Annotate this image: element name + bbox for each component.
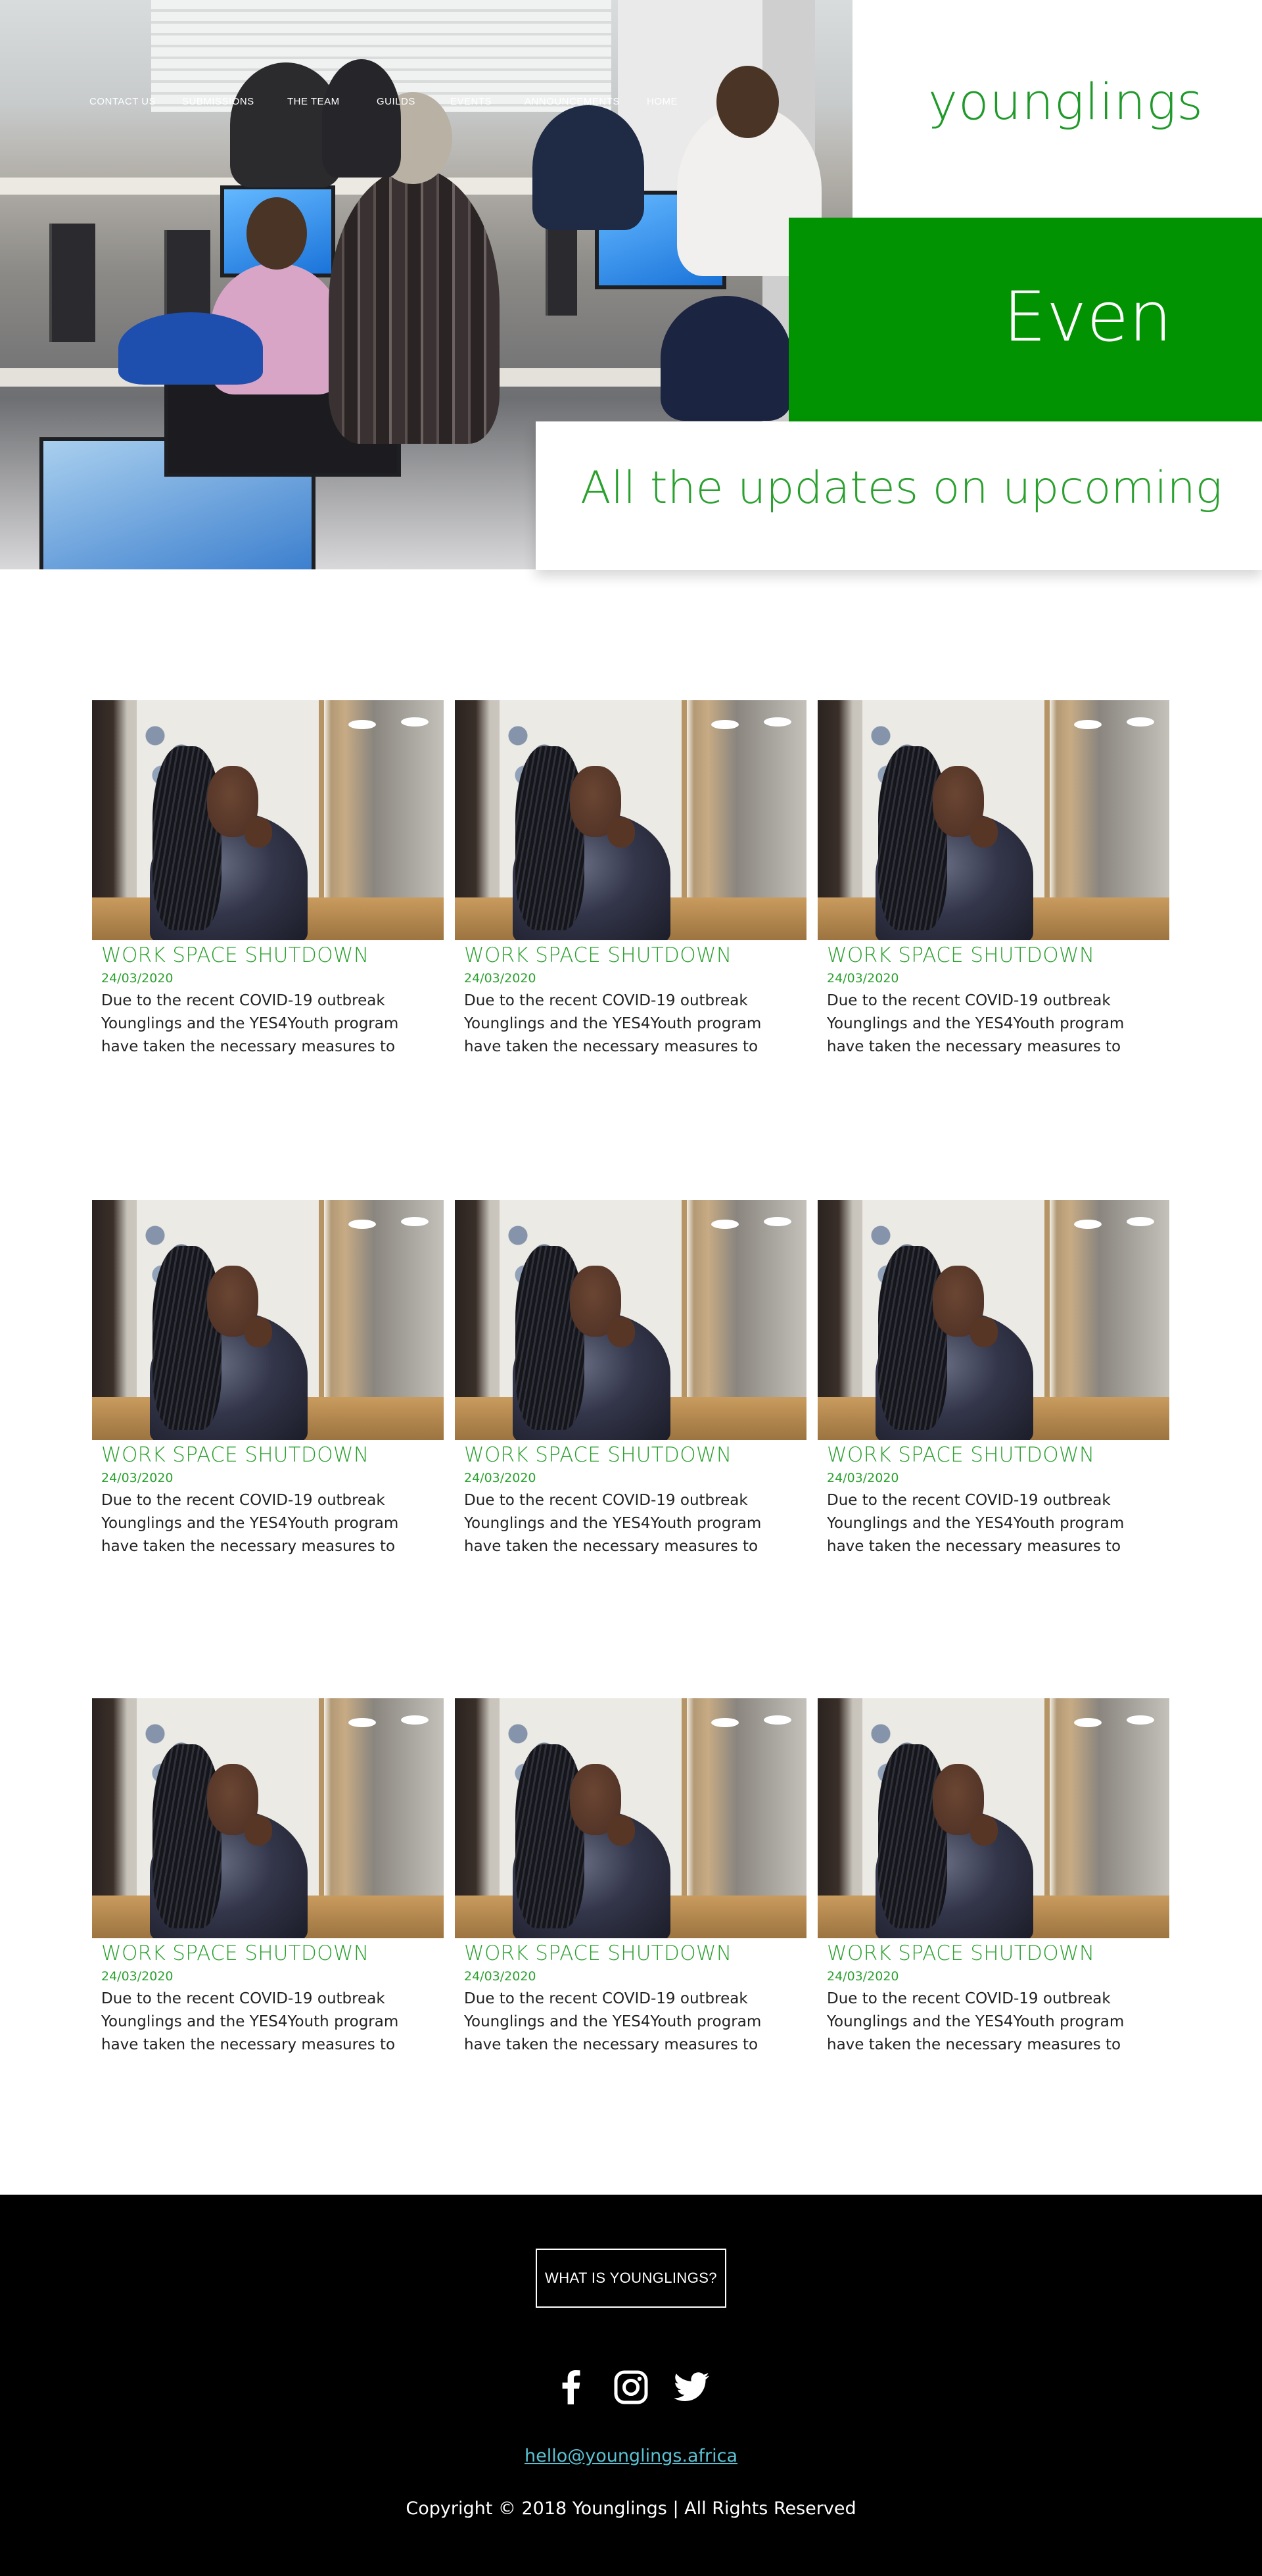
announcement-date: 24/03/2020 xyxy=(827,971,899,986)
facebook-icon[interactable] xyxy=(552,2369,589,2406)
nav-item-home[interactable]: Home xyxy=(647,96,678,107)
nav-item-submissions[interactable]: Submissions xyxy=(182,96,254,107)
announcement-excerpt: Due to the recent COVID-19 outbreak Youn… xyxy=(464,1990,762,2053)
announcement-excerpt: Due to the recent COVID-19 outbreak Youn… xyxy=(827,992,1125,1055)
announcement-title[interactable]: WORK SPACE SHUTDOWN xyxy=(101,943,369,967)
brand-logo[interactable]: younglings xyxy=(928,72,1204,131)
announcement-title[interactable]: WORK SPACE SHUTDOWN xyxy=(101,1443,369,1467)
announcement-card[interactable]: WORK SPACE SHUTDOWN 24/03/2020 Due to th… xyxy=(455,1698,806,2066)
main-nav: Contact us Submissions The Team Guilds E… xyxy=(0,0,853,204)
announcement-date: 24/03/2020 xyxy=(101,971,174,986)
social-links xyxy=(552,2369,710,2406)
announcement-photo xyxy=(92,700,444,940)
announcement-card[interactable]: WORK SPACE SHUTDOWN 24/03/2020 Due to th… xyxy=(455,1200,806,1568)
announcement-title[interactable]: WORK SPACE SHUTDOWN xyxy=(827,943,1094,967)
announcement-title[interactable]: WORK SPACE SHUTDOWN xyxy=(464,943,732,967)
announcement-photo xyxy=(455,1200,806,1440)
announcement-card[interactable]: WORK SPACE SHUTDOWN 24/03/2020 Due to th… xyxy=(92,700,444,1068)
announcement-excerpt: Due to the recent COVID-19 outbreak Youn… xyxy=(101,1492,399,1555)
hero-headline: Even xyxy=(1003,277,1173,357)
announcement-date: 24/03/2020 xyxy=(464,1471,536,1485)
hero-subheading: All the updates on upcoming xyxy=(580,462,1223,514)
announcement-date: 24/03/2020 xyxy=(464,971,536,986)
announcement-card[interactable]: WORK SPACE SHUTDOWN 24/03/2020 Due to th… xyxy=(92,1200,444,1568)
announcement-date: 24/03/2020 xyxy=(101,1471,174,1485)
nav-item-contact-us[interactable]: Contact us xyxy=(89,96,156,107)
copyright-text: Copyright © 2018 Younglings | All Rights… xyxy=(406,2498,856,2519)
announcement-card[interactable]: WORK SPACE SHUTDOWN 24/03/2020 Due to th… xyxy=(455,700,806,1068)
announcement-title[interactable]: WORK SPACE SHUTDOWN xyxy=(827,1942,1094,1965)
announcement-excerpt: Due to the recent COVID-19 outbreak Youn… xyxy=(464,992,762,1055)
announcement-photo xyxy=(818,1200,1169,1440)
announcement-date: 24/03/2020 xyxy=(101,1969,174,1984)
nav-item-guilds[interactable]: Guilds xyxy=(377,96,415,107)
announcement-date: 24/03/2020 xyxy=(827,1969,899,1984)
announcement-photo xyxy=(818,700,1169,940)
hero-section: Contact us Submissions The Team Guilds E… xyxy=(0,0,1262,579)
twitter-icon[interactable] xyxy=(673,2369,710,2406)
announcement-excerpt: Due to the recent COVID-19 outbreak Youn… xyxy=(101,1990,399,2053)
email-link[interactable]: hello@younglings.africa xyxy=(500,2446,762,2466)
hero-subheading-panel: All the updates on upcoming xyxy=(536,421,1262,570)
announcement-photo xyxy=(455,700,806,940)
announcement-photo xyxy=(455,1698,806,1938)
announcement-excerpt: Due to the recent COVID-19 outbreak Youn… xyxy=(464,1492,762,1555)
announcement-photo xyxy=(92,1698,444,1938)
announcement-card[interactable]: WORK SPACE SHUTDOWN 24/03/2020 Due to th… xyxy=(818,1200,1169,1568)
announcement-card[interactable]: WORK SPACE SHUTDOWN 24/03/2020 Due to th… xyxy=(92,1698,444,2066)
announcement-excerpt: Due to the recent COVID-19 outbreak Youn… xyxy=(827,1492,1125,1555)
hero-headline-panel: Even xyxy=(789,218,1262,421)
announcement-date: 24/03/2020 xyxy=(827,1471,899,1485)
announcement-photo xyxy=(92,1200,444,1440)
announcement-excerpt: Due to the recent COVID-19 outbreak Youn… xyxy=(827,1990,1125,2053)
announcement-excerpt: Due to the recent COVID-19 outbreak Youn… xyxy=(101,992,399,1055)
announcement-date: 24/03/2020 xyxy=(464,1969,536,1984)
announcement-title[interactable]: WORK SPACE SHUTDOWN xyxy=(101,1942,369,1965)
nav-item-events[interactable]: Events xyxy=(450,96,492,107)
nav-item-announcements[interactable]: Announcements xyxy=(525,96,620,107)
announcement-title[interactable]: WORK SPACE SHUTDOWN xyxy=(827,1443,1094,1467)
announcement-title[interactable]: WORK SPACE SHUTDOWN xyxy=(464,1443,732,1467)
nav-item-the-team[interactable]: The Team xyxy=(287,96,340,107)
announcement-title[interactable]: WORK SPACE SHUTDOWN xyxy=(464,1942,732,1965)
what-is-younglings-button[interactable]: WHAT IS YOUNGLINGS? xyxy=(536,2249,726,2308)
announcement-card[interactable]: WORK SPACE SHUTDOWN 24/03/2020 Due to th… xyxy=(818,700,1169,1068)
announcement-card[interactable]: WORK SPACE SHUTDOWN 24/03/2020 Due to th… xyxy=(818,1698,1169,2066)
announcement-photo xyxy=(818,1698,1169,1938)
footer: WHAT IS YOUNGLINGS? hello@younglings.afr… xyxy=(0,2195,1262,2576)
instagram-icon[interactable] xyxy=(613,2369,649,2406)
